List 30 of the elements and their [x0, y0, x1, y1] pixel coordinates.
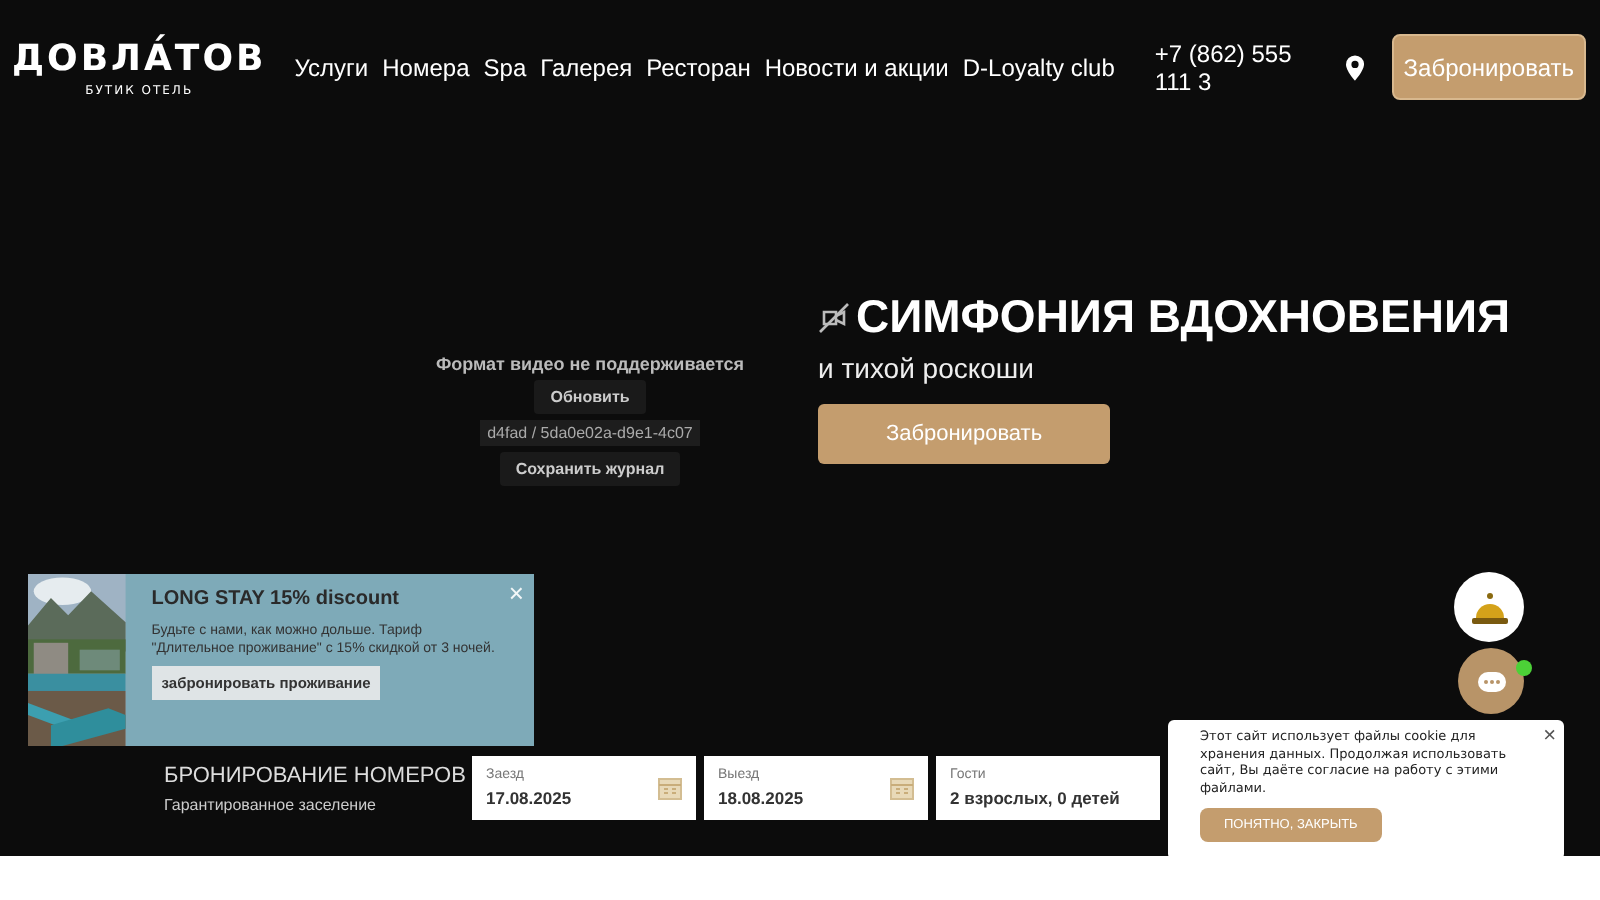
nav-link[interactable]: Новости и акции	[764, 53, 949, 81]
calendar-icon	[890, 776, 914, 800]
location-pin-icon[interactable]	[1345, 53, 1364, 81]
chat-bubble-icon	[1477, 671, 1505, 691]
nav-link[interactable]: Ресторан	[646, 53, 751, 81]
chat-button[interactable]	[1458, 648, 1524, 714]
field-value: 2 взрослых, 0 детей	[950, 788, 1120, 808]
nav-link[interactable]: D-Loyalty club	[962, 53, 1115, 81]
nav-link[interactable]: Номера	[382, 53, 470, 81]
hero-subtitle: и тихой роскоши	[818, 352, 1036, 384]
calendar-icon	[658, 776, 682, 800]
concierge-button[interactable]	[1454, 572, 1524, 642]
video-error-message: Формат видео не поддерживается	[435, 354, 745, 374]
promo-title: LONG STAY 15% discount	[151, 588, 400, 610]
log-id: d4fad / 5da0e02a-d9e1-4c07	[479, 420, 701, 446]
booking-title: БРОНИРОВАНИЕ НОМЕРОВ	[164, 763, 464, 787]
nav-link[interactable]: Услуги	[294, 53, 369, 81]
refresh-button[interactable]: Обновить	[534, 380, 646, 414]
nav-link[interactable]: Spa	[483, 53, 527, 81]
field-value: 17.08.2025	[486, 788, 572, 808]
video-off-icon	[818, 301, 850, 333]
booking-subtitle: Гарантированное заселение	[164, 795, 378, 813]
save-log-button[interactable]: Сохранить журнал	[499, 452, 681, 486]
hotel-logo[interactable]: ДОВЛА́ТОВ	[12, 37, 267, 79]
nav-link[interactable]: Галерея	[540, 53, 633, 81]
phone-number[interactable]: +7 (862) 555 111 3	[1154, 39, 1314, 95]
field-value: 18.08.2025	[718, 788, 804, 808]
bell-icon	[1471, 591, 1507, 623]
close-button[interactable]: ×	[1543, 724, 1556, 748]
hero-title: СИМФОНИЯ ВДОХНОВЕНИЯ	[856, 290, 1511, 344]
